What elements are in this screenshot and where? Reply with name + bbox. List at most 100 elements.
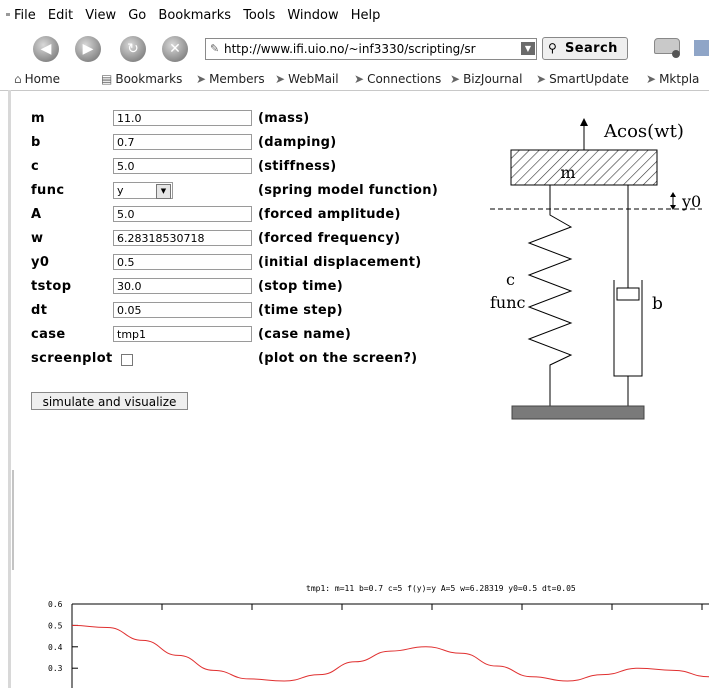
bookmark-connections[interactable]: ➤ Connections — [354, 72, 441, 86]
desc-tstop: (stop time) — [258, 279, 343, 294]
reload-icon: ↻ — [127, 41, 139, 57]
desc-func: (spring model function) — [258, 183, 439, 198]
label-tstop: tstop — [31, 279, 72, 294]
left-resize-handle[interactable] — [12, 470, 14, 570]
bookmark-label: Bookmarks — [115, 72, 183, 86]
oscillator-diagram: Acos(wt) m y0 c func b — [490, 118, 702, 420]
func-selected-value: y — [117, 184, 124, 197]
plot-title: tmp1: m=11 b=0.7 c=5 f(y)=y A=5 w=6.2831… — [306, 584, 576, 593]
ground-block — [511, 405, 645, 420]
bookmark-smartupdate[interactable]: ➤ SmartUpdate — [536, 72, 629, 86]
bookmark-home[interactable]: ⌂ Home — [14, 72, 60, 86]
menu-tools[interactable]: Tools — [243, 8, 275, 23]
label-func: func — [31, 183, 65, 198]
search-label: Search — [565, 41, 618, 56]
stop-icon: ✕ — [169, 41, 181, 57]
page-icon: ✎ — [210, 42, 220, 55]
forward-button[interactable]: ▶ — [75, 36, 101, 62]
y0-field[interactable]: 0.5 — [113, 254, 252, 270]
bookmark-icon: ➤ — [275, 72, 286, 86]
bookmark-label: Mktpla — [659, 72, 700, 86]
tstop-field[interactable]: 30.0 — [113, 278, 252, 294]
desc-m: (mass) — [258, 111, 310, 126]
dt-field[interactable]: 0.05 — [113, 302, 252, 318]
menu-file[interactable]: File — [14, 8, 36, 23]
menu-edit[interactable]: Edit — [48, 8, 73, 23]
case-field[interactable]: tmp1 — [113, 326, 252, 342]
stop-button[interactable]: ✕ — [162, 36, 188, 62]
desc-A: (forced amplitude) — [258, 207, 401, 222]
label-w: w — [31, 231, 44, 246]
url-text: http://www.ifi.uio.no/~inf3330/scripting… — [224, 42, 476, 56]
menubar-grip — [6, 13, 10, 16]
mass-label: m — [560, 163, 575, 182]
bookmark-label: Home — [24, 72, 61, 86]
m-field[interactable]: 11.0 — [113, 110, 252, 126]
bookmark-label: BizJournal — [463, 72, 523, 86]
force-arrow — [580, 118, 588, 150]
search-button[interactable]: ⚲ Search — [542, 37, 628, 60]
y-ticks: 0.6 0.5 0.4 0.3 — [48, 600, 78, 673]
desc-y0: (initial displacement) — [258, 255, 422, 270]
menu-go[interactable]: Go — [128, 8, 146, 23]
bookmark-label: WebMail — [288, 72, 339, 86]
bookmark-bookmarks[interactable]: ▤ Bookmarks — [101, 72, 182, 86]
response-curve — [71, 624, 709, 682]
force-label: Acos(wt) — [603, 121, 684, 142]
reload-button[interactable]: ↻ — [120, 36, 146, 62]
desc-w: (forced frequency) — [258, 231, 401, 246]
bookmark-label: Members — [209, 72, 265, 86]
throbber-icon — [694, 40, 709, 56]
home-icon: ⌂ — [14, 72, 22, 86]
spring — [527, 185, 573, 406]
navigation-toolbar: ◀ ▶ ↻ ✕ ✎ http://www.ifi.uio.no/~inf3330… — [0, 30, 709, 68]
label-y0: y0 — [31, 255, 50, 270]
folder-icon: ▤ — [101, 72, 113, 86]
menu-window[interactable]: Window — [287, 8, 338, 23]
x-ticks — [161, 604, 703, 610]
bookmark-icon: ➤ — [450, 72, 461, 86]
menu-bookmarks[interactable]: Bookmarks — [158, 8, 231, 23]
bookmark-mktpla[interactable]: ➤ Mktpla — [646, 72, 699, 86]
back-arrow-icon: ◀ — [40, 41, 52, 57]
screenplot-checkbox[interactable] — [121, 354, 133, 366]
menu-items: File Edit View Go Bookmarks Tools Window… — [14, 8, 388, 23]
spring-func-label: func — [490, 293, 526, 312]
y-tick-label: 0.4 — [48, 643, 63, 652]
simulate-button[interactable]: simulate and visualize — [31, 392, 188, 410]
menu-view[interactable]: View — [85, 8, 116, 23]
mass-block — [510, 149, 658, 186]
bookmark-icon: ➤ — [646, 72, 657, 86]
c-field[interactable]: 5.0 — [113, 158, 252, 174]
desc-c: (stiffness) — [258, 159, 337, 174]
label-dt: dt — [31, 303, 48, 318]
back-button[interactable]: ◀ — [33, 36, 59, 62]
bookmarks-bar: ⌂ Home ▤ Bookmarks ➤ Members ➤ WebMail ➤ Conn… — [0, 68, 709, 91]
spring-c-label: c — [506, 270, 515, 289]
A-field[interactable]: 5.0 — [113, 206, 252, 222]
label-b: b — [31, 135, 41, 150]
func-select[interactable]: y ▼ — [113, 182, 173, 199]
label-c: c — [31, 159, 40, 174]
chevron-down-icon[interactable]: ▼ — [156, 184, 171, 199]
search-icon: ⚲ — [548, 41, 557, 55]
damper-b-label: b — [652, 294, 663, 314]
bookmark-icon: ➤ — [196, 72, 207, 86]
label-m: m — [31, 111, 45, 126]
url-dropdown-icon[interactable]: ▼ — [521, 42, 535, 55]
b-field[interactable]: 0.7 — [113, 134, 252, 150]
url-bar[interactable]: ✎ http://www.ifi.uio.no/~inf3330/scripti… — [205, 38, 537, 60]
desc-dt: (time step) — [258, 303, 343, 318]
forward-arrow-icon: ▶ — [82, 41, 94, 57]
bookmark-bizjournal[interactable]: ➤ BizJournal — [450, 72, 522, 86]
response-plot: tmp1: m=11 b=0.7 c=5 f(y)=y A=5 w=6.2831… — [48, 584, 709, 688]
menu-help[interactable]: Help — [351, 8, 381, 23]
w-field[interactable]: 6.28318530718 — [113, 230, 252, 246]
bookmark-label: SmartUpdate — [549, 72, 629, 86]
desc-screenplot: (plot on the screen?) — [258, 351, 418, 366]
bookmark-webmail[interactable]: ➤ WebMail — [275, 72, 339, 86]
y0-arrow — [670, 192, 676, 210]
y-tick-label: 0.5 — [48, 621, 63, 630]
bookmark-members[interactable]: ➤ Members — [196, 72, 265, 86]
print-icon[interactable] — [650, 36, 684, 60]
